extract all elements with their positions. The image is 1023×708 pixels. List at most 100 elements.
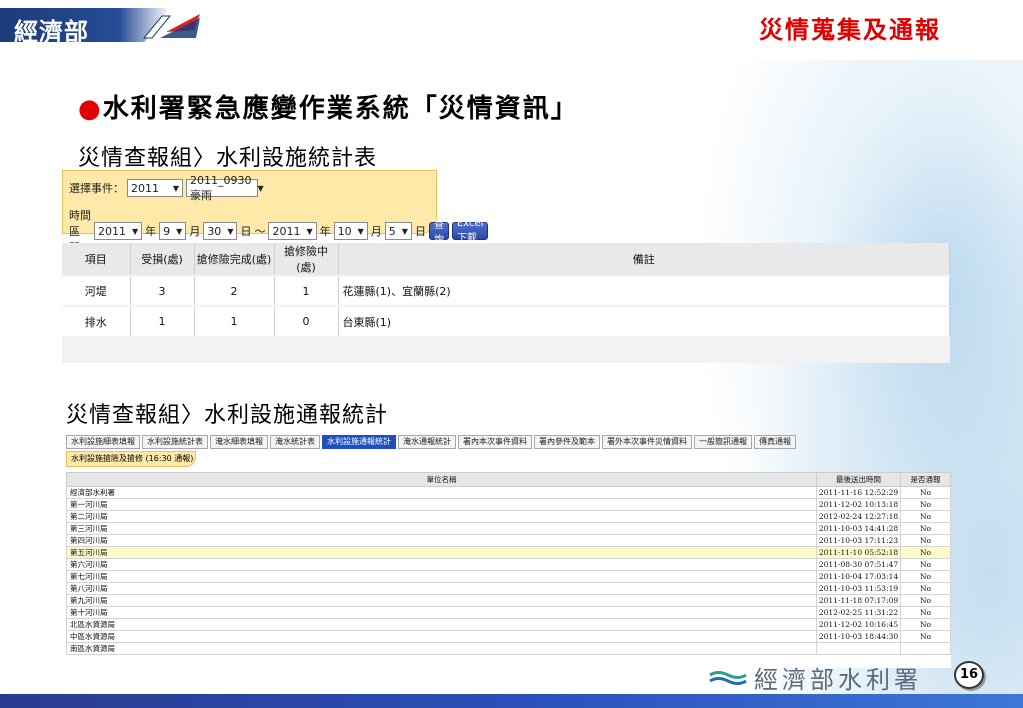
table-row: 第二河川局 2012-02-24 12:27:18 No [66, 510, 951, 523]
chevron-down-icon: ▼ [176, 226, 183, 236]
cell: 0 [274, 305, 339, 336]
tab-0[interactable]: 水利設施細表填報 [66, 435, 140, 449]
chevron-down-icon: ▼ [172, 183, 179, 193]
cell: 1 [274, 275, 339, 306]
tab-3[interactable]: 淹水統計表 [270, 435, 320, 449]
month-unit: 月 [189, 225, 201, 238]
tab-10[interactable]: 傳真通報 [754, 435, 796, 449]
col-header: 受損(處) [130, 243, 195, 276]
cell: No [900, 582, 951, 595]
footer-org-text: 經濟部水利署 [754, 666, 922, 694]
from-year-select[interactable]: 2011 ▼ [94, 222, 143, 240]
cell: 第八河川局 [66, 582, 817, 595]
table-row: 第一河川局 2011-12-02 10:13:18 No [66, 498, 951, 511]
table-row: 第四河川局 2011-10-03 17:11:23 No [66, 534, 951, 547]
cell: 2011-10-04 17:03:14 [816, 570, 901, 583]
day-unit: 日 [240, 225, 252, 238]
subpanel-label: 水利設施搶險及搶修 (16:30 通報) [66, 451, 196, 467]
cell: 第四河川局 [66, 534, 817, 547]
logo-swoosh-icon [142, 14, 200, 39]
water-wave-icon [709, 670, 747, 685]
cell: 2011-12-02 10:16:45 [816, 618, 901, 631]
tab-9[interactable]: 一般簡訊通報 [694, 435, 752, 449]
to-year-value: 2011 [272, 224, 301, 238]
cell: 第七河川局 [66, 570, 817, 583]
cell: 第六河川局 [66, 558, 817, 571]
cell: 3 [130, 275, 195, 306]
bottom-bar [0, 694, 1023, 708]
moea-logo: 經濟部 [14, 18, 89, 46]
from-month-value: 9 [163, 224, 171, 238]
year-unit: 年 [145, 225, 157, 238]
tab-6[interactable]: 署內本次事件資料 [458, 435, 532, 449]
cell: 2011-10-03 17:11:23 [816, 534, 901, 547]
cell: 2011-10-03 14:41:28 [816, 522, 901, 535]
event-year-value: 2011 [131, 181, 159, 195]
cell: 中區水資源局 [66, 630, 817, 643]
cell: No [900, 630, 951, 643]
cell: No [900, 570, 951, 583]
table-row: 第三河川局 2011-10-03 14:41:28 No [66, 522, 951, 535]
tab-8[interactable]: 署外本次事件災情資料 [602, 435, 692, 449]
event-year-select[interactable]: 2011 ▼ [127, 179, 183, 197]
cell: 台東縣(1) [338, 305, 950, 336]
cell: 第三河川局 [66, 522, 817, 535]
col-header: 搶修險完成(處) [194, 243, 275, 276]
cell [816, 642, 901, 655]
to-year-select[interactable]: 2011 ▼ [268, 222, 317, 240]
query-button[interactable]: 查詢 [428, 220, 449, 246]
header-bar: 經濟部 災情蒐集及通報 [0, 0, 1023, 46]
table-row: 第十河川局 2012-02-25 11:31:22 No [66, 606, 951, 619]
day-unit-2: 日 [414, 225, 426, 238]
cell: 花蓮縣(1)、宜蘭縣(2) [338, 275, 950, 306]
cell: 經濟部水利署 [66, 486, 817, 499]
cell: No [900, 498, 951, 511]
to-month-value: 10 [337, 224, 352, 238]
month-unit-2: 月 [370, 225, 382, 238]
cell: 2011-10-03 11:53:19 [816, 582, 901, 595]
tab-4[interactable]: 水利設施通報統計 [322, 435, 396, 449]
table-row: 第九河川局 2011-11-18 07:17:09 No [66, 594, 951, 607]
report-tabs: 水利設施細表填報 水利設施統計表 淹水細表填報 淹水統計表 水利設施通報統計 淹水通報統計… [66, 435, 951, 449]
table-row: 南區水資源局 [66, 642, 951, 655]
bullet-dot-icon: ● [78, 94, 103, 124]
report-stats-table: 單位名稱 最後送出時間 是否通報 經濟部水利署 2011-11-16 12:52:… [66, 472, 951, 655]
tab-7[interactable]: 署內參件及範本 [534, 435, 600, 449]
tab-2[interactable]: 淹水細表填報 [210, 435, 268, 449]
excel-download-button[interactable]: Excel下載 [451, 218, 489, 244]
to-day-select[interactable]: 5 ▼ [384, 222, 412, 240]
section2-title: 災情查報組〉水利設施通報統計 [66, 403, 389, 428]
bullet-title: ●水利署緊急應變作業系統「災情資訊」 [78, 88, 579, 125]
chevron-down-icon: ▼ [132, 226, 139, 236]
col-header: 是否通報 [900, 472, 951, 487]
cell: 第十河川局 [66, 606, 817, 619]
cell: 2012-02-24 12:27:18 [816, 510, 901, 523]
cell: 2011-08-30 07:51:47 [816, 558, 901, 571]
cell: 2011-11-18 07:17:09 [816, 594, 901, 607]
tab-5[interactable]: 淹水通報統計 [398, 435, 456, 449]
from-month-select[interactable]: 9 ▼ [159, 222, 187, 240]
to-month-select[interactable]: 10 ▼ [333, 222, 368, 240]
table-header-row: 項目 受損(處) 搶修險完成(處) 搶修險中(處) 備註 [62, 243, 950, 276]
col-header: 搶修險中(處) [274, 243, 339, 276]
chevron-down-icon: ▼ [306, 226, 313, 236]
cell: No [900, 510, 951, 523]
chevron-down-icon: ▼ [401, 226, 408, 236]
cell: 第九河川局 [66, 594, 817, 607]
from-day-select[interactable]: 30 ▼ [203, 222, 238, 240]
col-header: 最後送出時間 [816, 472, 901, 487]
event-label: 選擇事件： [69, 182, 124, 195]
table-header-row: 單位名稱 最後送出時間 是否通報 [66, 472, 951, 487]
cell: No [900, 522, 951, 535]
tab-1[interactable]: 水利設施統計表 [142, 435, 208, 449]
cell [900, 642, 951, 655]
table-row: 北區水資源局 2011-12-02 10:16:45 No [66, 618, 951, 631]
report-stats-table-wrap: 單位名稱 最後送出時間 是否通報 經濟部水利署 2011-11-16 12:52:… [66, 472, 951, 668]
cell: 河堤 [62, 275, 131, 306]
table-row: 河堤 3 2 1 花蓮縣(1)、宜蘭縣(2) [62, 275, 950, 306]
chevron-down-icon: ▼ [257, 183, 264, 193]
from-day-value: 30 [207, 224, 222, 238]
event-name-select[interactable]: 2011_0930豪雨 ▼ [186, 174, 264, 202]
footer-logo: 經濟部水利署 [708, 660, 922, 695]
table-row: 第六河川局 2011-08-30 07:51:47 No [66, 558, 951, 571]
